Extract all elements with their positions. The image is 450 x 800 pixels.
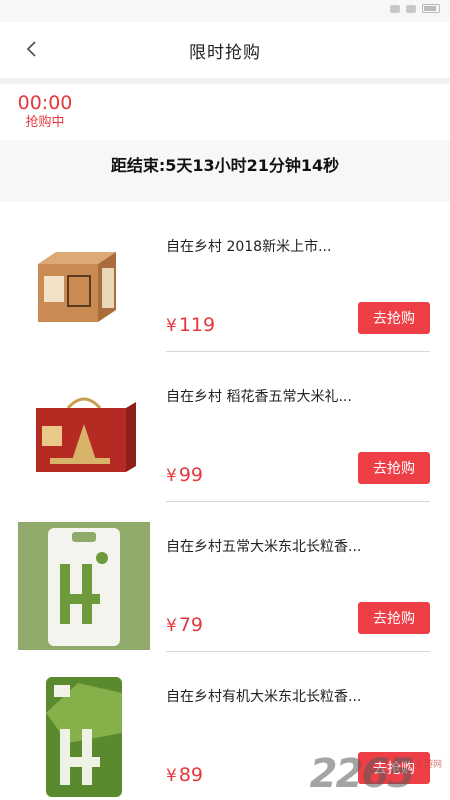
time-tab-bar: 00:00 抢购中 [0, 84, 450, 140]
buy-button[interactable]: 去抢购 [358, 302, 430, 334]
battery-icon [422, 4, 440, 13]
watermark-number: 2265 [309, 751, 415, 797]
product-image[interactable] [18, 672, 150, 800]
product-item[interactable]: 自在乡村 2018新米上市... ¥119 去抢购 [0, 202, 450, 352]
product-list: 自在乡村 2018新米上市... ¥119 去抢购 自在乡村 稻花香五常大米礼.… [0, 202, 450, 800]
status-bar [0, 0, 450, 22]
product-image[interactable] [18, 372, 150, 500]
product-name[interactable]: 自在乡村 稻花香五常大米礼... [166, 386, 352, 406]
price-value: 89 [178, 764, 204, 786]
page-title: 限时抢购 [189, 42, 261, 63]
wifi-icon [406, 4, 416, 13]
product-price: ¥119 [166, 314, 215, 336]
price-value: 119 [178, 314, 216, 336]
time-tab-active[interactable]: 00:00 抢购中 [14, 92, 76, 132]
product-item[interactable]: 自在乡村 稻花香五常大米礼... ¥99 去抢购 [0, 352, 450, 502]
chevron-left-icon [26, 41, 36, 57]
nav-bar: 限时抢购 [0, 22, 450, 78]
tab-status: 抢购中 [25, 115, 65, 130]
divider [0, 188, 450, 202]
currency-symbol: ¥ [166, 616, 177, 636]
product-name[interactable]: 自在乡村五常大米东北长粒香... [166, 536, 361, 556]
countdown-text: 距结束:5天13小时21分钟14秒 [110, 156, 340, 175]
product-image[interactable] [18, 222, 150, 350]
product-name[interactable]: 自在乡村 2018新米上市... [166, 236, 331, 256]
watermark: 2265 手游网 [310, 754, 442, 794]
product-price: ¥79 [166, 614, 203, 636]
currency-symbol: ¥ [166, 766, 177, 786]
watermark-label: 手游网 [414, 760, 442, 770]
currency-symbol: ¥ [166, 466, 177, 486]
product-name[interactable]: 自在乡村有机大米东北长粒香... [166, 686, 361, 706]
product-image[interactable] [18, 522, 150, 650]
product-price: ¥89 [166, 764, 203, 786]
status-icons [390, 4, 440, 13]
product-item[interactable]: 自在乡村五常大米东北长粒香... ¥79 去抢购 [0, 502, 450, 652]
price-value: 79 [178, 614, 204, 636]
price-value: 99 [178, 464, 204, 486]
rice-bag-image [48, 528, 120, 646]
countdown-banner: 距结束:5天13小时21分钟14秒 [0, 140, 450, 188]
gift-box-image [36, 397, 136, 472]
currency-symbol: ¥ [166, 316, 177, 336]
buy-button[interactable]: 去抢购 [358, 602, 430, 634]
product-price: ¥99 [166, 464, 203, 486]
organic-rice-bag-image [46, 677, 122, 797]
tab-time: 00:00 [17, 92, 73, 114]
rice-box-image [38, 252, 116, 322]
back-button[interactable] [18, 36, 44, 62]
signal-icon [390, 4, 400, 13]
buy-button[interactable]: 去抢购 [358, 452, 430, 484]
